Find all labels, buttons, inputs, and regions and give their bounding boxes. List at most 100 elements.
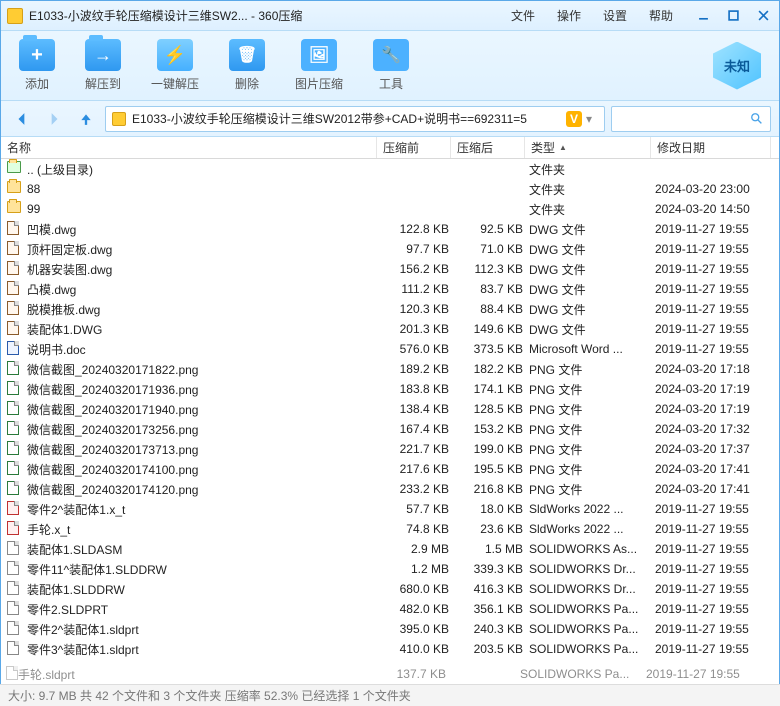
file-name: 凹模.dwg <box>27 221 381 238</box>
table-row[interactable]: 零件2^装配体1.sldprt395.0 KB240.3 KBSOLIDWORK… <box>1 619 779 639</box>
size-before: 111.2 KB <box>381 282 455 296</box>
up-button[interactable] <box>73 107 99 131</box>
table-row[interactable]: 99文件夹2024-03-20 14:50 <box>1 199 779 219</box>
table-row[interactable]: 凸模.dwg111.2 KB83.7 KBDWG 文件2019-11-27 19… <box>1 279 779 299</box>
menu-file[interactable]: 文件 <box>511 7 535 24</box>
table-row[interactable]: 凹模.dwg122.8 KB92.5 KBDWG 文件2019-11-27 19… <box>1 219 779 239</box>
extract-button[interactable]: 解压到 <box>85 39 121 92</box>
table-row[interactable]: 装配体1.SLDASM2.9 MB1.5 MBSOLIDWORKS As...2… <box>1 539 779 559</box>
table-row[interactable]: 机器安装图.dwg156.2 KB112.3 KBDWG 文件2019-11-2… <box>1 259 779 279</box>
file-type: DWG 文件 <box>529 321 655 338</box>
table-row[interactable]: 脱模推板.dwg120.3 KB88.4 KBDWG 文件2019-11-27 … <box>1 299 779 319</box>
add-button[interactable]: 添加 <box>19 39 55 92</box>
path-dropdown-icon[interactable]: ▾ <box>586 112 598 126</box>
table-row[interactable]: 零件8^装配体1.sldprt228.0 KB81.7 KBSOLIDWORKS… <box>1 659 779 661</box>
trash-icon <box>229 39 265 71</box>
file-icon <box>7 401 23 417</box>
size-after: 174.1 KB <box>455 382 529 396</box>
table-row[interactable]: 微信截图_20240320174120.png233.2 KB216.8 KBP… <box>1 479 779 499</box>
table-row[interactable]: 微信截图_20240320171822.png189.2 KB182.2 KBP… <box>1 359 779 379</box>
header-type[interactable]: 类型 <box>525 137 651 158</box>
tools-button[interactable]: 工具 <box>373 39 409 92</box>
file-type: SOLIDWORKS Pa... <box>529 642 655 656</box>
file-date: 2019-11-27 19:55 <box>655 342 775 356</box>
size-after: 240.3 KB <box>455 622 529 636</box>
table-row[interactable]: 手轮.x_t74.8 KB23.6 KBSldWorks 2022 ...201… <box>1 519 779 539</box>
file-name: 零件2.SLDPRT <box>27 601 381 618</box>
table-row[interactable]: .. (上级目录)文件夹 <box>1 159 779 179</box>
back-button[interactable] <box>9 107 35 131</box>
file-date: 2024-03-20 17:41 <box>655 482 775 496</box>
size-after: 416.3 KB <box>455 582 529 596</box>
size-before: 221.7 KB <box>381 442 455 456</box>
size-after: 339.3 KB <box>455 562 529 576</box>
file-name: 顶杆固定板.dwg <box>27 241 381 258</box>
table-row[interactable]: 微信截图_20240320171936.png183.8 KB174.1 KBP… <box>1 379 779 399</box>
extract-icon <box>85 39 121 71</box>
file-type: 文件夹 <box>529 181 655 198</box>
table-row[interactable]: 零件11^装配体1.SLDDRW1.2 MB339.3 KBSOLIDWORKS… <box>1 559 779 579</box>
file-name: 微信截图_20240320174120.png <box>27 481 381 498</box>
file-name: 机器安装图.dwg <box>27 261 381 278</box>
close-button[interactable] <box>753 6 773 26</box>
menu-settings[interactable]: 设置 <box>603 7 627 24</box>
delete-button[interactable]: 删除 <box>229 39 265 92</box>
table-row[interactable]: 说明书.doc576.0 KB373.5 KBMicrosoft Word ..… <box>1 339 779 359</box>
file-name: 零件3^装配体1.sldprt <box>27 641 381 658</box>
table-row[interactable]: 88文件夹2024-03-20 23:00 <box>1 179 779 199</box>
file-type: SOLIDWORKS Pa... <box>529 602 655 616</box>
size-after: 112.3 KB <box>455 262 529 276</box>
header-name[interactable]: 名称 <box>1 137 377 158</box>
menu-help[interactable]: 帮助 <box>649 7 673 24</box>
path-text: E1033-小波纹手轮压缩模设计三维SW2012带参+CAD+说明书==6923… <box>132 110 562 127</box>
table-row[interactable]: 零件2^装配体1.x_t57.7 KB18.0 KBSldWorks 2022 … <box>1 499 779 519</box>
oneclick-extract-button[interactable]: 一键解压 <box>151 39 199 92</box>
folder-icon <box>7 161 23 177</box>
file-date: 2024-03-20 17:18 <box>655 362 775 376</box>
file-type: Microsoft Word ... <box>529 342 655 356</box>
file-icon <box>7 421 23 437</box>
file-type: PNG 文件 <box>529 361 655 378</box>
maximize-button[interactable] <box>723 6 743 26</box>
file-icon <box>7 501 23 517</box>
forward-button[interactable] <box>41 107 67 131</box>
file-icon <box>7 241 23 257</box>
size-after: 88.4 KB <box>455 302 529 316</box>
size-before: 74.8 KB <box>381 522 455 536</box>
size-before: 138.4 KB <box>381 402 455 416</box>
header-before[interactable]: 压缩前 <box>377 137 451 158</box>
size-before: 97.7 KB <box>381 242 455 256</box>
file-date: 2019-11-27 19:55 <box>655 622 775 636</box>
table-row[interactable]: 微信截图_20240320173713.png221.7 KB199.0 KBP… <box>1 439 779 459</box>
file-icon <box>7 361 23 377</box>
file-type: SOLIDWORKS Dr... <box>529 582 655 596</box>
table-row[interactable]: 装配体1.SLDDRW680.0 KB416.3 KBSOLIDWORKS Dr… <box>1 579 779 599</box>
size-after: 71.0 KB <box>455 242 529 256</box>
size-before: 680.0 KB <box>381 582 455 596</box>
table-row[interactable]: 装配体1.DWG201.3 KB149.6 KBDWG 文件2019-11-27… <box>1 319 779 339</box>
menu-operate[interactable]: 操作 <box>557 7 581 24</box>
header-date[interactable]: 修改日期 <box>651 137 771 158</box>
table-row[interactable]: 微信截图_20240320173256.png167.4 KB153.2 KBP… <box>1 419 779 439</box>
table-row[interactable]: 微信截图_20240320171940.png138.4 KB128.5 KBP… <box>1 399 779 419</box>
vip-mark-icon: V <box>566 111 582 127</box>
file-name: 装配体1.SLDDRW <box>27 581 381 598</box>
table-row[interactable]: 零件2.SLDPRT482.0 KB356.1 KBSOLIDWORKS Pa.… <box>1 599 779 619</box>
titlebar: E1033-小波纹手轮压缩模设计三维SW2... - 360压缩 文件 操作 设… <box>1 1 779 31</box>
file-list[interactable]: .. (上级目录)文件夹88文件夹2024-03-20 23:0099文件夹20… <box>1 159 779 661</box>
size-before: 410.0 KB <box>381 642 455 656</box>
table-row[interactable]: 微信截图_20240320174100.png217.6 KB195.5 KBP… <box>1 459 779 479</box>
folder-icon <box>7 201 23 217</box>
minimize-button[interactable] <box>693 6 713 26</box>
table-row[interactable]: 顶杆固定板.dwg97.7 KB71.0 KBDWG 文件2019-11-27 … <box>1 239 779 259</box>
header-after[interactable]: 压缩后 <box>451 137 525 158</box>
size-before: 482.0 KB <box>381 602 455 616</box>
path-input[interactable]: E1033-小波纹手轮压缩模设计三维SW2012带参+CAD+说明书==6923… <box>105 106 605 132</box>
image-icon <box>301 39 337 71</box>
path-bar: E1033-小波纹手轮压缩模设计三维SW2012带参+CAD+说明书==6923… <box>1 101 779 137</box>
search-input[interactable] <box>611 106 771 132</box>
file-name: 零件8^装配体1.sldprt <box>27 661 381 662</box>
image-compress-button[interactable]: 图片压缩 <box>295 39 343 92</box>
table-row[interactable]: 零件3^装配体1.sldprt410.0 KB203.5 KBSOLIDWORK… <box>1 639 779 659</box>
file-type: DWG 文件 <box>529 221 655 238</box>
